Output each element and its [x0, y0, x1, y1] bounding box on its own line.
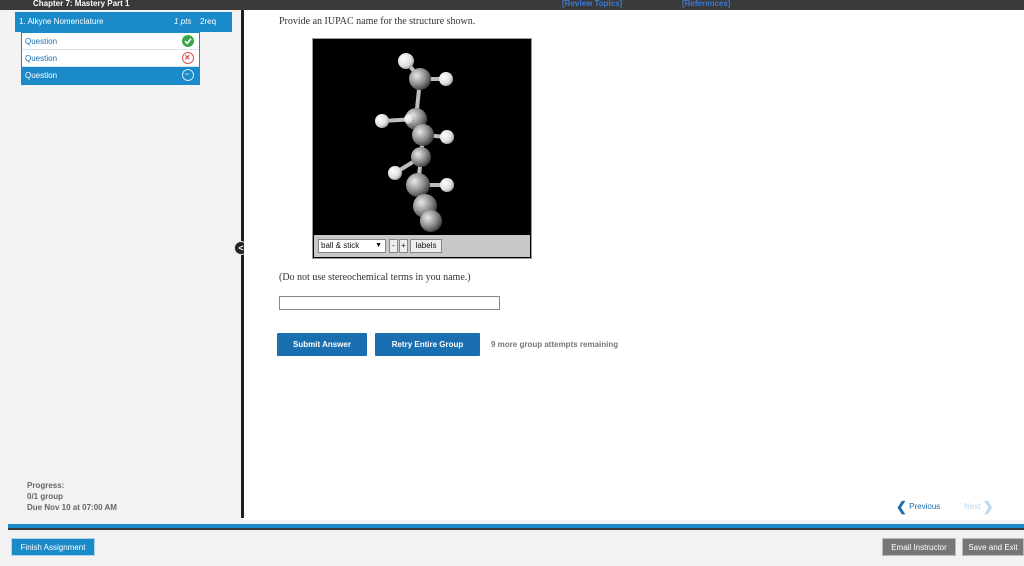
question-item-1[interactable]: Question: [22, 33, 199, 50]
question-label: Question: [25, 71, 58, 80]
render-mode-select[interactable]: ball & stick ▼: [318, 239, 386, 253]
next-label: Next: [964, 502, 981, 511]
previous-label: Previous: [909, 502, 941, 511]
attempts-remaining: 9 more group attempts remaining: [491, 340, 619, 349]
email-instructor-button[interactable]: Email Instructor: [882, 538, 956, 556]
top-bar: Chapter 7: Mastery Part 1 [Review Topics…: [0, 0, 1024, 10]
due-date: Due Nov 10 at 07:00 AM: [27, 503, 117, 512]
next-button[interactable]: Next ❯: [964, 497, 994, 514]
zoom-in-button[interactable]: +: [399, 239, 408, 253]
molecule-model-image[interactable]: [313, 39, 531, 235]
save-and-exit-button[interactable]: Save and Exit: [962, 538, 1024, 556]
progress-value: 0/1 group: [27, 492, 64, 501]
question-group-title: 1. Alkyne Nomenclature: [19, 17, 104, 26]
question-prompt: Provide an IUPAC name for the structure …: [279, 16, 476, 27]
question-group-header[interactable]: 1. Alkyne Nomenclature 1 pts 2req: [15, 12, 232, 32]
references-link[interactable]: [References]: [682, 0, 730, 9]
answer-hint: (Do not use stereochemical terms in you …: [279, 272, 471, 283]
footer-bar: Finish Assignment Email Instructor Save …: [0, 530, 1024, 566]
previous-button[interactable]: ❮ Previous: [896, 497, 941, 514]
molecule-viewer[interactable]: ball & stick ▼ - + labels: [312, 38, 532, 259]
labels-button[interactable]: labels: [410, 239, 442, 253]
retry-group-button[interactable]: Retry Entire Group: [375, 333, 480, 356]
chevron-down-icon: ▼: [375, 242, 382, 249]
progress-info: Progress: 0/1 group Due Nov 10 at 07:00 …: [27, 480, 117, 513]
progress-label: Progress:: [27, 481, 65, 490]
chevron-left-icon: ❮: [896, 499, 907, 514]
answer-input[interactable]: [279, 296, 500, 310]
sidebar: 1. Alkyne Nomenclature 1 pts 2req Questi…: [0, 10, 240, 520]
current-question-icon: [182, 69, 194, 81]
question-label: Question: [25, 37, 58, 46]
render-mode-value: ball & stick: [321, 241, 360, 250]
chapter-title: Chapter 7: Mastery Part 1: [33, 0, 130, 8]
submit-answer-button[interactable]: Submit Answer: [277, 333, 367, 356]
question-item-3[interactable]: Question: [22, 67, 199, 84]
question-label: Question: [25, 54, 58, 63]
viewer-toolbar: ball & stick ▼ - + labels: [314, 235, 530, 257]
req-label: 2req: [200, 17, 217, 26]
zoom-out-button[interactable]: -: [389, 239, 398, 253]
question-panel: Provide an IUPAC name for the structure …: [244, 10, 1024, 520]
review-topics-link[interactable]: [Review Topics]: [562, 0, 622, 9]
check-icon: [182, 35, 194, 47]
finish-assignment-button[interactable]: Finish Assignment: [11, 538, 95, 556]
x-icon: [182, 52, 194, 64]
question-item-2[interactable]: Question: [22, 50, 199, 67]
chevron-right-icon: ❯: [982, 499, 994, 514]
points-label: 1 pts: [174, 17, 192, 26]
question-list: Question Question Question: [21, 32, 200, 85]
